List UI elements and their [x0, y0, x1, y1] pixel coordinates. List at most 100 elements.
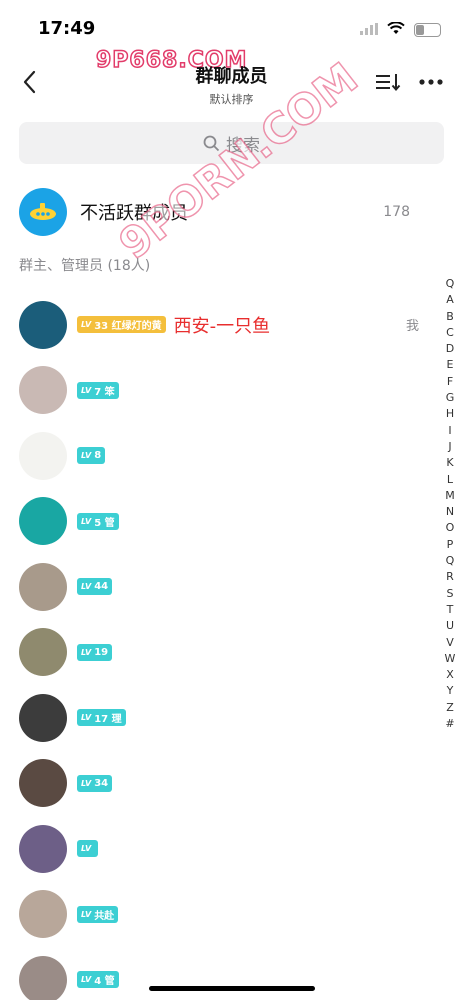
nav-bar: 群聊成员 默认排序 [0, 58, 463, 106]
index-letter-Y[interactable]: Y [447, 683, 454, 699]
member-info: LV 5 管 [77, 512, 419, 530]
level-prefix: LV [81, 909, 92, 919]
index-letter-X[interactable]: X [446, 667, 454, 683]
index-letter-Q[interactable]: Q [446, 276, 455, 292]
member-row[interactable]: LV 7 笨 [19, 358, 419, 424]
index-letter-J[interactable]: J [448, 439, 451, 455]
index-letter-H[interactable]: H [446, 406, 454, 422]
level-prefix: LV [81, 582, 92, 592]
avatar[interactable] [19, 497, 67, 546]
member-row[interactable]: LV 34 [19, 751, 419, 817]
alphabet-index[interactable]: Q A B C D E F G H I J K L M N O P Q R S T U V W X Y Z # [443, 276, 457, 732]
index-letter-A[interactable]: A [446, 292, 454, 308]
index-letter-S[interactable]: S [447, 586, 454, 602]
member-info: LV 33 红绿灯的黄 西安-一只鱼 我 [77, 312, 419, 338]
index-letter-V[interactable]: V [446, 635, 454, 651]
level-prefix: LV [81, 975, 92, 985]
me-tag: 我 [405, 319, 419, 335]
battery-level: 5 [424, 24, 431, 35]
level-prefix: LV [81, 647, 92, 657]
level-text: 17 理 [94, 714, 122, 726]
index-letter-F[interactable]: F [447, 374, 453, 390]
member-info: LV 8 [77, 447, 419, 465]
level-badge: LV 8 [77, 447, 106, 465]
avatar[interactable] [19, 366, 67, 415]
level-badge: LV 4 管 [77, 971, 119, 989]
index-letter-G[interactable]: G [446, 390, 455, 406]
level-badge: LV 34 [77, 774, 113, 792]
level-text: 34 [94, 777, 109, 789]
index-letter-T[interactable]: T [447, 602, 454, 618]
member-row[interactable]: LV 5 管 [19, 489, 419, 555]
avatar[interactable] [19, 431, 67, 480]
member-info: LV 44 [77, 578, 419, 596]
avatar[interactable] [19, 562, 67, 611]
level-prefix: LV [81, 451, 92, 461]
sort-icon [376, 74, 401, 92]
index-letter-C[interactable]: C [446, 325, 454, 341]
index-letter-B[interactable]: B [446, 309, 454, 325]
index-letter-K[interactable]: K [446, 455, 453, 471]
index-letter-E[interactable]: E [447, 357, 454, 373]
member-row[interactable]: LV 8 [19, 423, 419, 489]
level-badge: LV 33 红绿灯的黄 [77, 316, 166, 334]
index-letter-#[interactable]: # [445, 716, 454, 732]
wifi-icon [387, 20, 405, 39]
avatar[interactable] [19, 824, 67, 873]
level-prefix: LV [81, 844, 92, 854]
index-letter-P[interactable]: P [447, 537, 454, 553]
member-name: 西安-一只鱼 [173, 315, 271, 337]
signal-icon [360, 20, 378, 39]
avatar[interactable] [19, 759, 67, 808]
member-info: LV 17 理 [77, 709, 419, 727]
avatar[interactable] [19, 628, 67, 677]
level-text: 共赴 [94, 910, 115, 922]
submarine-icon [19, 188, 67, 236]
avatar[interactable] [19, 955, 67, 1000]
home-indicator[interactable] [149, 986, 315, 991]
level-text: 4 管 [94, 976, 115, 988]
index-letter-R[interactable]: R [446, 569, 454, 585]
battery-icon: 5 [414, 22, 441, 37]
level-text: 33 红绿灯的黄 [94, 321, 162, 333]
level-text: 8 [94, 450, 102, 462]
index-letter-M[interactable]: M [445, 488, 455, 504]
level-badge: LV 5 管 [77, 512, 119, 530]
level-text: 5 管 [94, 517, 115, 529]
level-prefix: LV [81, 320, 92, 330]
index-letter-U[interactable]: U [446, 618, 454, 634]
index-letter-O[interactable]: O [446, 520, 455, 536]
status-time: 17:49 [38, 18, 96, 39]
avatar[interactable] [19, 890, 67, 939]
level-badge: LV [77, 840, 99, 858]
member-row[interactable]: LV [19, 816, 419, 882]
level-text: 19 [94, 646, 109, 658]
more-dots-icon [419, 79, 443, 85]
index-letter-I[interactable]: I [448, 423, 451, 439]
avatar[interactable] [19, 693, 67, 742]
level-prefix: LV [81, 385, 92, 395]
index-letter-L[interactable]: L [447, 472, 453, 488]
member-info: LV 共赴 [77, 905, 419, 923]
member-row[interactable]: LV 44 [19, 554, 419, 620]
inactive-members-count: 178 [383, 204, 410, 220]
index-letter-Z[interactable]: Z [446, 700, 454, 716]
index-letter-Q[interactable]: Q [446, 553, 455, 569]
level-badge: LV 44 [77, 578, 113, 596]
index-letter-W[interactable]: W [445, 651, 456, 667]
level-badge: LV 共赴 [77, 905, 119, 923]
member-row[interactable]: LV 17 理 [19, 685, 419, 751]
member-row[interactable]: LV 共赴 [19, 882, 419, 948]
sort-button[interactable] [375, 70, 401, 94]
avatar[interactable] [19, 300, 67, 349]
level-text: 7 笨 [94, 386, 115, 398]
member-row[interactable]: LV 4 管 [19, 947, 419, 1000]
more-button[interactable] [417, 70, 445, 94]
section-header-admins: 群主、管理员 (18人) [19, 258, 151, 274]
level-prefix: LV [81, 516, 92, 526]
member-row[interactable]: LV 33 红绿灯的黄 西安-一只鱼 我 [19, 292, 419, 358]
member-row[interactable]: LV 19 [19, 620, 419, 686]
index-letter-N[interactable]: N [446, 504, 454, 520]
level-badge: LV 17 理 [77, 709, 126, 727]
index-letter-D[interactable]: D [446, 341, 454, 357]
